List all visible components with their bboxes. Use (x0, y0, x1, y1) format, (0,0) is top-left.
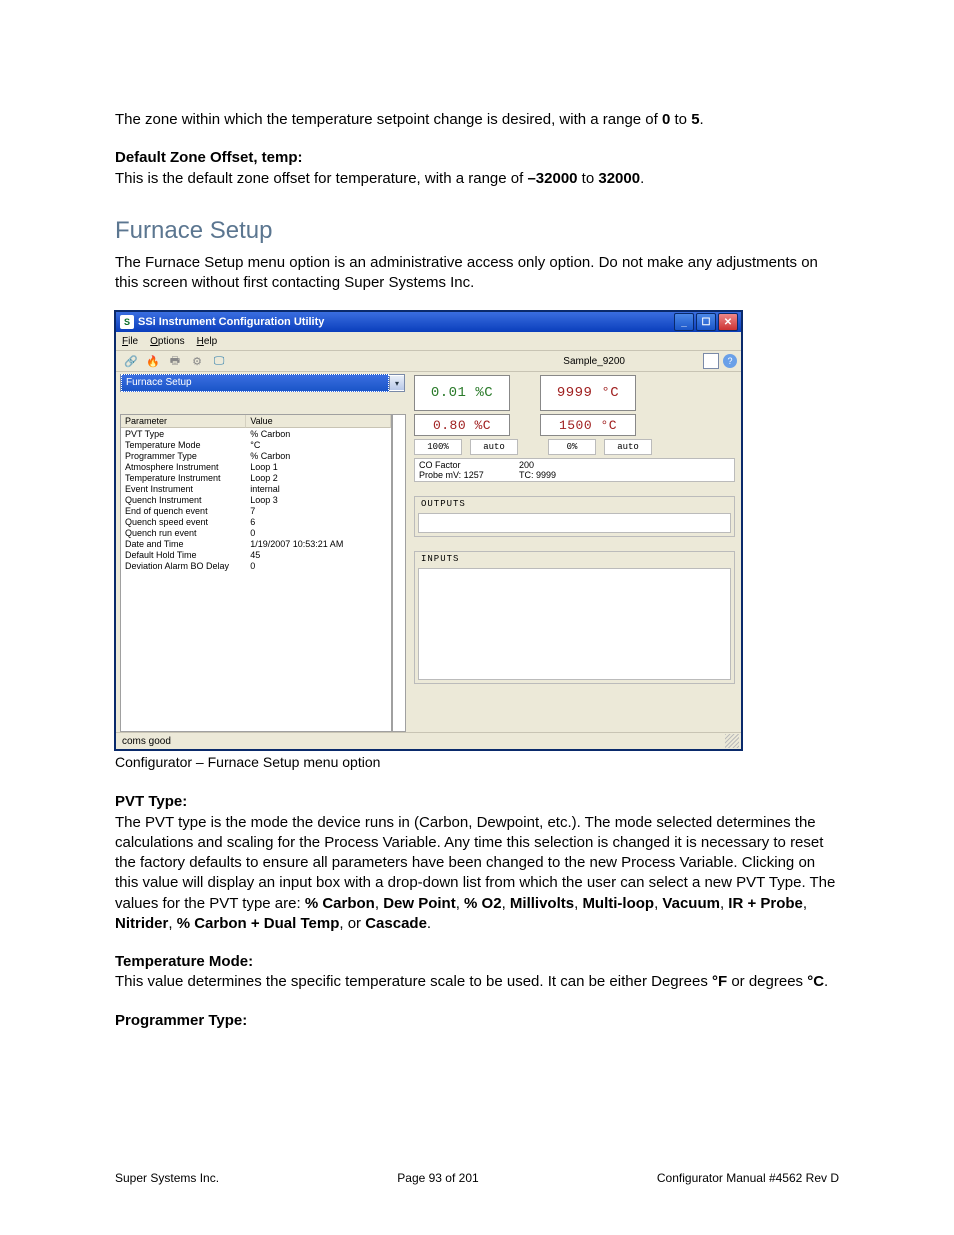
inputs-panel: INPUTS (414, 551, 735, 684)
toolbar-help-icon[interactable]: ? (723, 354, 737, 368)
grid-cell[interactable]: Date and Time (121, 538, 246, 549)
menu-help[interactable]: Help (197, 336, 218, 347)
paragraph-zone-desc: The zone within which the temperature se… (115, 110, 839, 130)
column-header-parameter[interactable]: Parameter (121, 415, 246, 428)
grid-cell[interactable]: 7 (246, 505, 391, 516)
toolbar: 🔗 🔥 🖶 ⚙ 🖵 Sample_9200 ? (116, 351, 741, 372)
heading-default-zone-offset: Default Zone Offset, temp: (115, 149, 303, 166)
pv-carbon-readout: 0.01 %C (414, 375, 510, 411)
app-icon: S (120, 315, 134, 329)
footer-company: Super Systems Inc. (115, 1171, 219, 1185)
maximize-button[interactable]: ☐ (696, 313, 716, 331)
menu-bar: File Options Help (116, 332, 741, 351)
window-title: SSi Instrument Configuration Utility (138, 316, 324, 328)
grid-cell[interactable]: 6 (246, 516, 391, 527)
grid-cell[interactable]: Temperature Mode (121, 439, 246, 450)
grid-cell[interactable]: Event Instrument (121, 483, 246, 494)
paragraph-pvt-type: The PVT type is the mode the device runs… (115, 814, 835, 932)
output-carbon-pct: 100% (414, 439, 462, 455)
menu-file[interactable]: File (122, 336, 138, 347)
output-temp-pct: 0% (548, 439, 596, 455)
grid-cell[interactable]: Atmosphere Instrument (121, 461, 246, 472)
status-text: coms good (122, 736, 171, 747)
paragraph-furnace-setup-warning: The Furnace Setup menu option is an admi… (115, 253, 839, 294)
grid-cell[interactable]: End of quench event (121, 505, 246, 516)
page-footer: Super Systems Inc. Page 93 of 201 Config… (115, 1171, 839, 1185)
page-select-combo[interactable]: Furnace Setup ▾ (120, 374, 405, 392)
section-heading-furnace-setup: Furnace Setup (115, 217, 839, 245)
pv-temp-readout: 9999 °C (540, 375, 636, 411)
grid-cell[interactable]: Loop 2 (246, 472, 391, 483)
inputs-panel-header: INPUTS (415, 552, 734, 566)
grid-cell[interactable]: % Carbon (246, 450, 391, 461)
outputs-panel-header: OUTPUTS (415, 497, 734, 511)
window-titlebar[interactable]: S SSi Instrument Configuration Utility _… (116, 312, 741, 332)
grid-cell[interactable]: Programmer Type (121, 450, 246, 461)
paragraph-temperature-mode: This value determines the specific tempe… (115, 973, 828, 990)
configurator-window: S SSi Instrument Configuration Utility _… (115, 311, 742, 750)
output-carbon-mode: auto (470, 439, 518, 455)
heading-pvt-type: PVT Type: (115, 793, 187, 810)
resize-grip-icon[interactable] (725, 734, 739, 748)
grid-cell[interactable]: Quench speed event (121, 516, 246, 527)
grid-cell[interactable]: Temperature Instrument (121, 472, 246, 483)
grid-cell[interactable]: Deviation Alarm BO Delay (121, 560, 246, 571)
toolbar-gear-icon[interactable]: ⚙ (188, 352, 206, 370)
chevron-down-icon[interactable]: ▾ (389, 376, 404, 390)
profile-label: Sample_9200 (563, 356, 625, 367)
heading-temperature-mode: Temperature Mode: (115, 953, 253, 970)
status-bar: coms good (116, 732, 741, 749)
grid-cell[interactable]: °C (246, 439, 391, 450)
grid-scrollbar[interactable] (392, 414, 406, 732)
grid-cell[interactable]: Loop 1 (246, 461, 391, 472)
footer-page-number: Page 93 of 201 (397, 1171, 478, 1185)
parameter-grid[interactable]: Parameter Value PVT Type% Carbon Tempera… (120, 414, 392, 732)
toolbar-burn-icon[interactable]: 🔥 (144, 352, 162, 370)
probe-info-strip: CO Factor200 Probe mV: 1257TC: 9999 (414, 458, 735, 482)
close-button[interactable]: ✕ (718, 313, 738, 331)
outputs-panel: OUTPUTS (414, 496, 735, 537)
grid-cell[interactable]: Default Hold Time (121, 549, 246, 560)
page-select-value: Furnace Setup (121, 374, 389, 392)
paragraph-default-zone-offset: This is the default zone offset for temp… (115, 170, 644, 187)
footer-doc-id: Configurator Manual #4562 Rev D (657, 1171, 839, 1185)
heading-programmer-type: Programmer Type: (115, 1012, 247, 1029)
grid-cell[interactable]: Loop 3 (246, 494, 391, 505)
grid-cell[interactable]: Quench Instrument (121, 494, 246, 505)
toolbar-monitor-icon[interactable]: 🖵 (210, 352, 228, 370)
profile-dropdown[interactable] (703, 353, 719, 369)
column-header-value[interactable]: Value (246, 415, 391, 428)
grid-empty-area (121, 571, 391, 731)
grid-cell[interactable]: % Carbon (246, 428, 391, 439)
grid-cell[interactable]: 0 (246, 560, 391, 571)
toolbar-printer-icon[interactable]: 🖶 (166, 352, 184, 370)
grid-cell[interactable]: internal (246, 483, 391, 494)
sp-temp-readout: 1500 °C (540, 414, 636, 436)
toolbar-connect-icon[interactable]: 🔗 (122, 352, 140, 370)
figure-caption: Configurator – Furnace Setup menu option (115, 754, 839, 770)
sp-carbon-readout: 0.80 %C (414, 414, 510, 436)
grid-cell[interactable]: PVT Type (121, 428, 246, 439)
output-temp-mode: auto (604, 439, 652, 455)
grid-cell[interactable]: 0 (246, 527, 391, 538)
menu-options[interactable]: Options (150, 336, 184, 347)
grid-cell[interactable]: 1/19/2007 10:53:21 AM (246, 538, 391, 549)
grid-cell[interactable]: 45 (246, 549, 391, 560)
minimize-button[interactable]: _ (674, 313, 694, 331)
grid-cell[interactable]: Quench run event (121, 527, 246, 538)
